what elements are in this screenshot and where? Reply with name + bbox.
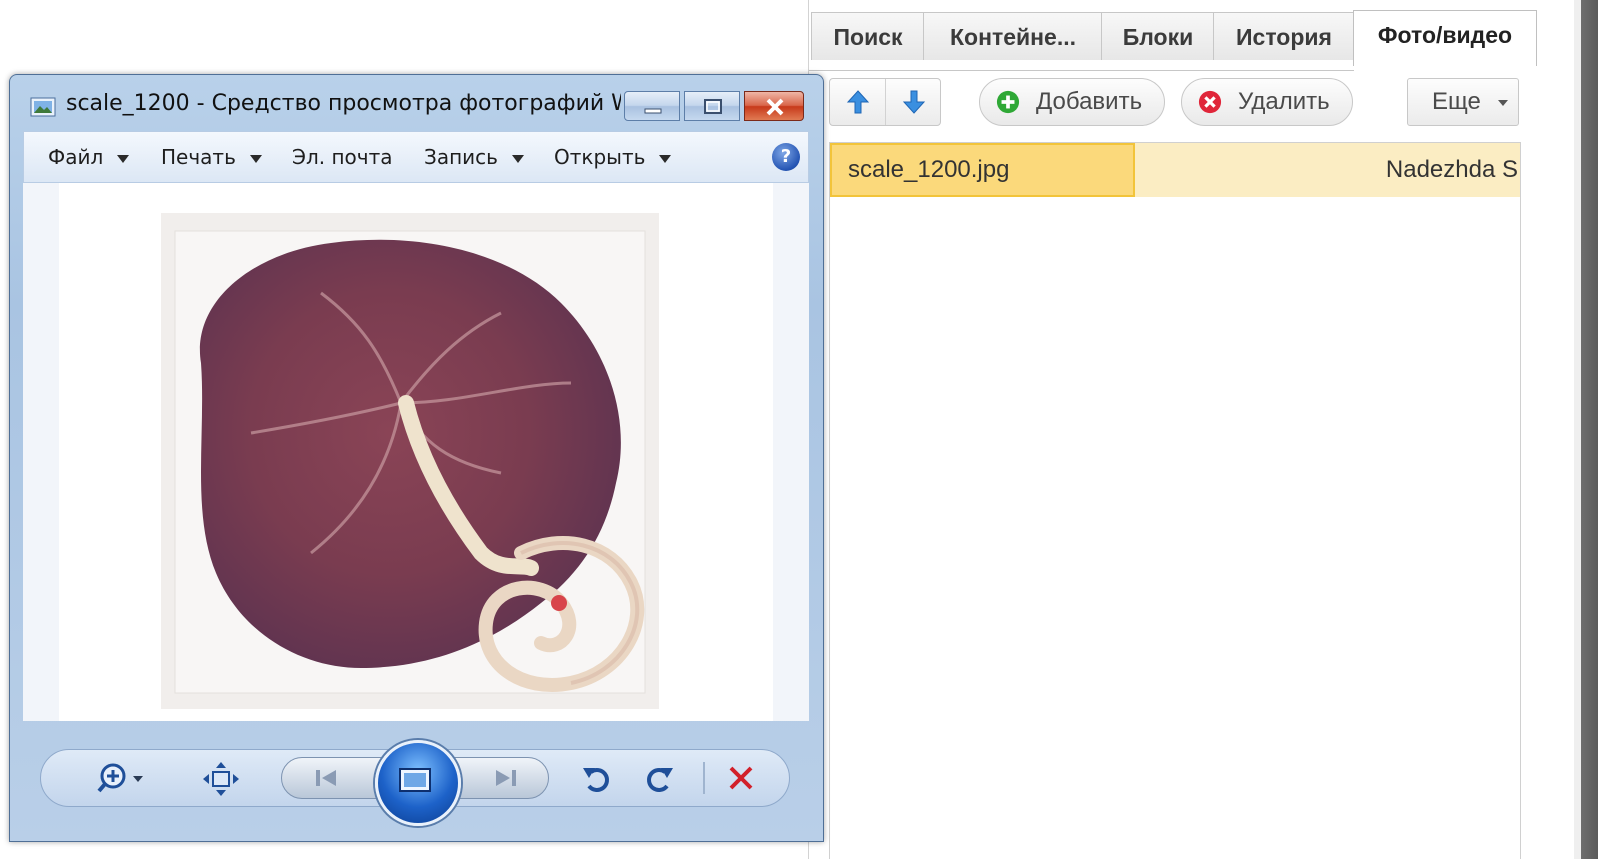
help-icon[interactable]: ? bbox=[772, 143, 800, 171]
menu-print[interactable]: Печать bbox=[161, 132, 262, 182]
menu-print-label: Печать bbox=[161, 145, 236, 169]
add-icon bbox=[996, 90, 1020, 114]
maximize-icon bbox=[704, 99, 722, 114]
previous-button[interactable] bbox=[302, 762, 362, 794]
dropdown-arrow-icon bbox=[511, 154, 524, 163]
menu-email[interactable]: Эл. почта bbox=[292, 132, 393, 182]
menu-file[interactable]: Файл bbox=[48, 132, 130, 182]
viewer-controls-bar bbox=[40, 740, 790, 826]
tab-history[interactable]: История bbox=[1213, 12, 1355, 60]
menu-burn[interactable]: Запись bbox=[424, 132, 524, 182]
move-button-group bbox=[829, 78, 941, 126]
tab-containers[interactable]: Контейне... bbox=[923, 12, 1103, 60]
add-button-label: Добавить bbox=[1036, 88, 1143, 115]
image-viewport[interactable] bbox=[23, 183, 809, 721]
more-button-label: Еще bbox=[1432, 88, 1481, 115]
arrow-down-icon bbox=[902, 90, 926, 114]
dropdown-arrow-icon bbox=[117, 154, 130, 163]
maximize-button[interactable] bbox=[684, 91, 740, 121]
fit-to-window-button[interactable] bbox=[201, 760, 241, 798]
file-name-cell[interactable]: scale_1200.jpg bbox=[830, 143, 1135, 197]
previous-icon bbox=[316, 770, 336, 786]
attachments-table: scale_1200.jpg Nadezhda S bbox=[829, 142, 1521, 859]
close-button[interactable] bbox=[744, 91, 804, 121]
add-button[interactable]: Добавить bbox=[979, 78, 1165, 126]
author-cell: Nadezhda S bbox=[1385, 156, 1518, 183]
photo-placenta-image bbox=[161, 213, 659, 709]
viewer-menu-bar: Файл Печать Эл. почта Запись Открыть ? bbox=[23, 131, 809, 183]
minimize-icon bbox=[644, 108, 662, 114]
next-button[interactable] bbox=[472, 762, 532, 794]
menu-file-label: Файл bbox=[48, 145, 104, 169]
delete-button[interactable]: Удалить bbox=[1181, 78, 1353, 126]
tab-photo-video[interactable]: Фото/видео bbox=[1353, 10, 1537, 66]
delete-button-label: Удалить bbox=[1238, 88, 1330, 115]
rotate-clockwise-icon bbox=[647, 768, 673, 792]
photo-viewer-app-icon bbox=[30, 97, 56, 117]
move-up-button[interactable] bbox=[830, 79, 885, 125]
rotate-clockwise-button[interactable] bbox=[639, 760, 679, 798]
more-button[interactable]: Еще bbox=[1407, 78, 1519, 126]
controls-separator bbox=[703, 762, 705, 794]
tab-divider bbox=[809, 70, 1354, 71]
menu-open[interactable]: Открыть bbox=[554, 132, 672, 182]
dropdown-arrow-icon bbox=[249, 154, 262, 163]
zoom-icon bbox=[97, 763, 143, 793]
slideshow-button[interactable] bbox=[375, 740, 461, 826]
title-bar[interactable]: scale_1200 - Средство просмотра фотограф… bbox=[10, 75, 823, 131]
dropdown-arrow-icon bbox=[659, 154, 672, 163]
chevron-down-icon bbox=[1498, 100, 1508, 106]
rotate-counterclockwise-button[interactable] bbox=[577, 760, 617, 798]
close-icon bbox=[766, 98, 784, 116]
tab-search[interactable]: Поиск bbox=[811, 12, 925, 60]
fit-to-window-icon bbox=[203, 762, 239, 796]
slideshow-icon bbox=[399, 768, 431, 792]
photo-viewer-window: scale_1200 - Средство просмотра фотограф… bbox=[9, 74, 824, 842]
minimize-button[interactable] bbox=[624, 91, 680, 121]
zoom-button[interactable] bbox=[91, 760, 151, 798]
tab-strip: Поиск Контейне... Блоки История Фото/вид… bbox=[809, 8, 1571, 71]
menu-open-label: Открыть bbox=[554, 145, 646, 169]
caption-buttons bbox=[624, 91, 806, 123]
table-row[interactable]: scale_1200.jpg Nadezhda S bbox=[830, 143, 1520, 197]
next-icon bbox=[496, 770, 516, 786]
window-title: scale_1200 - Средство просмотра фотограф… bbox=[66, 91, 621, 116]
window-edge bbox=[1574, 0, 1598, 859]
delete-icon bbox=[729, 766, 753, 790]
menu-email-label: Эл. почта bbox=[292, 145, 393, 169]
menu-burn-label: Запись bbox=[424, 145, 498, 169]
delete-photo-button[interactable] bbox=[721, 760, 761, 798]
rotate-counterclockwise-icon bbox=[583, 768, 609, 792]
attachments-toolbar: Добавить Удалить Еще bbox=[829, 76, 1529, 128]
delete-icon bbox=[1198, 90, 1222, 114]
move-down-button[interactable] bbox=[886, 79, 941, 125]
arrow-up-icon bbox=[846, 90, 870, 114]
attachments-panel: Поиск Контейне... Блоки История Фото/вид… bbox=[808, 0, 1571, 859]
displayed-photo bbox=[161, 213, 659, 709]
tab-blocks[interactable]: Блоки bbox=[1101, 12, 1215, 60]
